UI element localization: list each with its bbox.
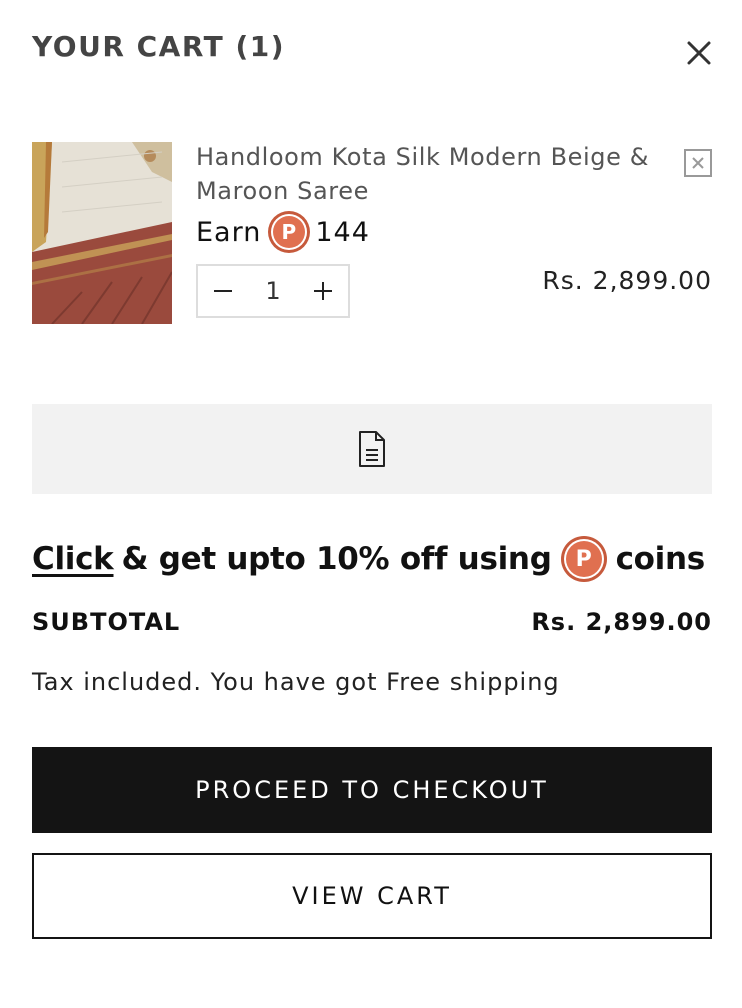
subtotal-value: Rs. 2,899.00 (531, 608, 712, 636)
close-icon (687, 41, 711, 65)
tax-shipping-note: Tax included. You have got Free shipping (32, 668, 560, 696)
coin-icon: P (271, 214, 308, 250)
promo-text: & get upto 10% off using (121, 541, 552, 577)
promo-click-link[interactable]: Click (32, 541, 114, 577)
coins-promo: Click & get upto 10% off using P coins (32, 536, 705, 582)
saree-image (32, 142, 172, 324)
proceed-to-checkout-button[interactable]: PROCEED TO CHECKOUT (32, 747, 712, 833)
minus-icon (214, 290, 232, 292)
close-cart-button[interactable] (684, 38, 714, 68)
decrease-quantity-button[interactable] (198, 266, 248, 316)
quantity-stepper: 1 (196, 264, 350, 318)
product-title[interactable]: Handloom Kota Silk Modern Beige & Maroon… (196, 140, 666, 208)
product-image[interactable] (32, 142, 172, 324)
view-cart-button[interactable]: VIEW CART (32, 853, 712, 939)
increase-quantity-button[interactable] (298, 266, 348, 316)
item-price: Rs. 2,899.00 (542, 266, 712, 295)
remove-item-button[interactable] (684, 149, 712, 177)
remove-item-icon (692, 157, 704, 169)
cart-title: YOUR CART (1) (32, 30, 286, 63)
document-note-icon (359, 431, 385, 467)
coin-icon: P (563, 539, 604, 579)
order-note-button[interactable] (32, 404, 712, 494)
plus-icon (314, 282, 332, 300)
earn-points-value: 144 (315, 216, 370, 248)
earn-label: Earn (196, 216, 262, 248)
earn-points: Earn P 144 (196, 212, 370, 252)
promo-coins-text: coins (615, 541, 706, 577)
quantity-value[interactable]: 1 (248, 277, 298, 305)
subtotal-label: SUBTOTAL (32, 608, 181, 636)
